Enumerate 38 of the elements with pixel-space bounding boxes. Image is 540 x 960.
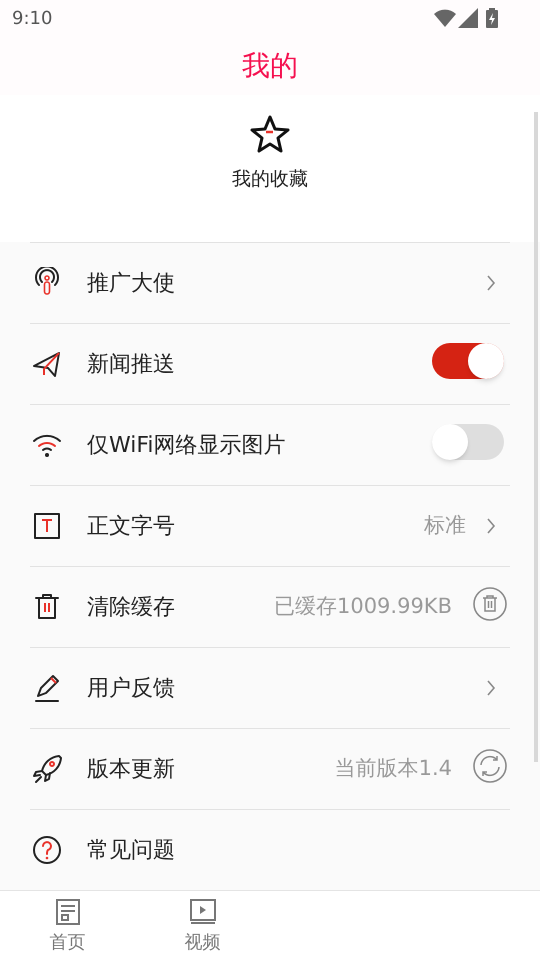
setting-label: 正文字号	[87, 512, 175, 541]
wifi-signal-icon	[434, 9, 456, 28]
setting-label: 常见问题	[87, 836, 175, 865]
nav-tab[interactable]: 首页	[0, 891, 135, 960]
settings-row[interactable]: 版本更新 当前版本1.4	[30, 728, 510, 810]
update-button[interactable]	[472, 748, 508, 784]
setting-label: 版本更新	[87, 756, 175, 784]
settings-row[interactable]: 推广大使	[30, 242, 510, 324]
question-icon	[31, 834, 63, 866]
battery-icon	[486, 8, 498, 28]
setting-label: 用户反馈	[87, 674, 175, 703]
news-icon	[54, 899, 80, 926]
settings-row[interactable]: 清除缓存 已缓存1009.99KB	[30, 566, 510, 648]
setting-label: 仅WiFi网络显示图片	[87, 432, 286, 460]
setting-label: 清除缓存	[87, 594, 175, 622]
star-icon	[250, 114, 290, 153]
setting-value: 标准	[424, 512, 466, 540]
rocket-icon	[31, 753, 63, 786]
cell-signal-icon	[458, 8, 478, 28]
chevron-right-icon	[486, 679, 496, 698]
toggle-switch[interactable]	[432, 342, 504, 379]
setting-value: 当前版本1.4	[334, 755, 452, 782]
page-title: 我的	[242, 48, 298, 84]
status-time: 9:10	[12, 6, 52, 31]
settings-row[interactable]: 用户反馈	[30, 647, 510, 728]
settings-row[interactable]: 仅WiFi网络显示图片	[30, 404, 510, 486]
settings-row[interactable]: 正文字号 标准	[30, 485, 510, 566]
setting-label: 推广大使	[87, 270, 175, 298]
chevron-right-icon	[486, 274, 496, 292]
video-icon	[190, 899, 216, 926]
nav-tab[interactable]: 视频	[135, 891, 270, 960]
toggle-switch[interactable]	[432, 424, 504, 460]
setting-value: 已缓存1009.99KB	[274, 593, 452, 620]
chevron-right-icon	[486, 517, 496, 536]
settings-row[interactable]: 新闻推送	[30, 323, 510, 404]
favorites-button[interactable]: 我的收藏	[232, 114, 308, 194]
setting-label: 新闻推送	[87, 350, 175, 379]
clear-cache-button[interactable]	[472, 586, 508, 622]
